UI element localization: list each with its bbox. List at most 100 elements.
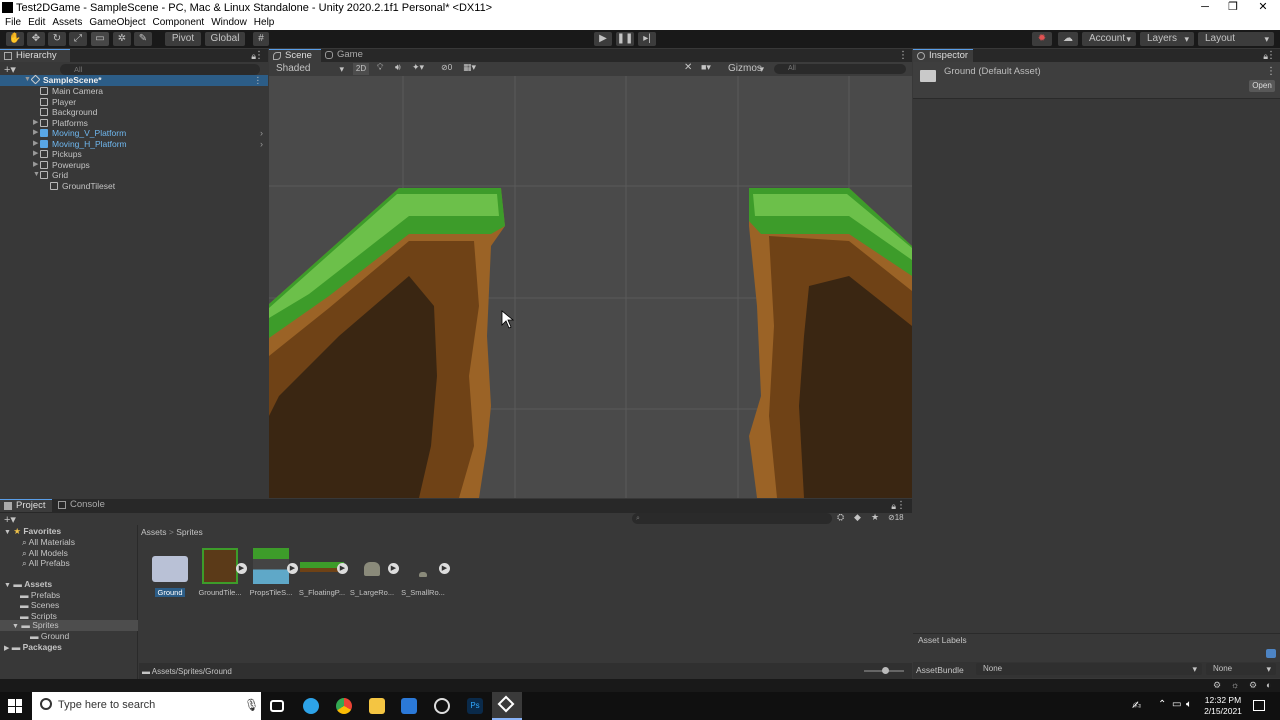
task-view-icon[interactable] [270, 700, 284, 712]
chevron-up-icon[interactable]: ⌃ [1158, 699, 1166, 710]
variant-dropdown[interactable]: None [1206, 663, 1276, 675]
play-button[interactable]: ▶ [594, 32, 612, 46]
layout-dropdown[interactable]: Layout [1198, 32, 1274, 46]
hierarchy-item[interactable]: GroundTileset [0, 181, 268, 192]
scene-row[interactable]: ▼ SampleScene* ⋮ [0, 74, 268, 86]
grid-snap-icon[interactable]: # [253, 32, 269, 46]
hierarchy-item[interactable]: Main Camera [0, 86, 268, 97]
move-tool-icon[interactable]: ✥ [27, 32, 45, 46]
audio-icon[interactable]: 🔊︎ [395, 62, 401, 73]
menu-component[interactable]: Component [148, 17, 205, 29]
filter-label-icon[interactable]: ◆ [854, 512, 861, 523]
asset-folder-ground[interactable]: Ground [145, 548, 195, 599]
rect-tool-icon[interactable]: ▭ [91, 32, 109, 46]
gizmos-dropdown[interactable]: Gizmos [721, 62, 769, 76]
hierarchy-item[interactable]: ▶ Moving_V_Platform › [0, 128, 268, 139]
unity-hub-icon[interactable] [434, 698, 450, 714]
expand-arrow-icon[interactable]: ▶ [4, 645, 9, 652]
grid-toggle-icon[interactable]: ▦▾ [463, 62, 476, 73]
collab-icon[interactable]: ✹ [1032, 32, 1052, 46]
pen-icon[interactable]: ✍ [1132, 699, 1141, 712]
global-toggle[interactable]: Global [205, 32, 245, 46]
hierarchy-search-input[interactable]: All [60, 64, 260, 75]
auto-generate-icon[interactable]: ◐ [1266, 680, 1271, 690]
expand-arrow-icon[interactable]: ▶ [33, 139, 38, 149]
breadcrumb-assets[interactable]: Assets [141, 527, 167, 537]
collapse-arrow-icon[interactable]: ▼ [4, 582, 11, 589]
assetbundle-dropdown[interactable]: None [976, 663, 1202, 675]
prefab-open-icon[interactable]: › [260, 128, 263, 138]
filter-type-icon[interactable]: ⛭ [837, 512, 844, 523]
unity-taskbar-item[interactable] [492, 692, 522, 720]
menu-help[interactable]: Help [249, 17, 275, 29]
kebab-menu-icon[interactable]: ⋮ [254, 49, 264, 62]
edge-icon[interactable] [303, 698, 319, 714]
pause-button[interactable]: ❚❚ [616, 32, 634, 46]
tab-scene[interactable]: Scene [269, 49, 321, 62]
hierarchy-item[interactable]: Background [0, 107, 268, 118]
expand-arrow-icon[interactable]: ▶ [33, 118, 38, 128]
vscode-icon[interactable] [401, 698, 417, 714]
menu-assets[interactable]: Assets [47, 17, 82, 29]
scene-search-input[interactable]: All [774, 64, 906, 74]
hierarchy-item[interactable]: ▶ Platforms [0, 118, 268, 129]
hand-tool-icon[interactable]: ✋ [6, 32, 24, 46]
restore-icon[interactable]: ❐ [1218, 0, 1248, 16]
folder-item[interactable]: ▬ Prefabs [20, 590, 60, 600]
scene-menu-icon[interactable]: ⋮ [254, 75, 263, 85]
rotate-tool-icon[interactable]: ↻ [48, 32, 66, 46]
tools-icon[interactable]: ✕ [684, 62, 692, 73]
favorite-item[interactable]: ⌕ All Materials [22, 537, 75, 547]
tab-inspector[interactable]: Inspector [913, 49, 973, 62]
microphone-icon[interactable]: 🎙︎ [244, 698, 259, 712]
debug-icon[interactable]: ☼ [1231, 680, 1239, 690]
taskbar-search-input[interactable]: Type here to search 🎙︎ [32, 692, 261, 720]
menu-window[interactable]: Window [206, 17, 247, 29]
network-icon[interactable]: ▭ [1172, 699, 1181, 710]
favorite-star-icon[interactable]: ★ [871, 512, 879, 523]
effects-icon[interactable]: ✦▾ [412, 62, 424, 73]
notification-icon[interactable] [1253, 700, 1265, 711]
volume-icon[interactable]: 🔈︎ [1186, 699, 1192, 710]
folder-item[interactable]: ▬ Scripts [20, 611, 57, 621]
account-dropdown[interactable]: Account [1082, 32, 1136, 46]
settings-icon[interactable]: ⚙ [1249, 680, 1257, 691]
lighting-icon[interactable]: 💡︎ [377, 62, 383, 73]
tab-console[interactable]: Console [54, 499, 106, 512]
pivot-toggle[interactable]: Pivot [165, 32, 201, 46]
folder-item[interactable]: ▬ Scenes [20, 600, 59, 610]
kebab-menu-icon[interactable]: ⋮ [896, 499, 906, 512]
step-button[interactable]: ▸| [638, 32, 656, 46]
cloud-icon[interactable]: ☁ [1058, 32, 1078, 46]
kebab-menu-icon[interactable]: ⋮ [898, 49, 908, 62]
layers-dropdown[interactable]: Layers [1140, 32, 1194, 46]
expand-arrow-icon[interactable]: ▼ [24, 75, 31, 85]
tab-game[interactable]: Game [321, 49, 367, 62]
hierarchy-item[interactable]: Player [0, 97, 268, 108]
open-button[interactable]: Open [1249, 80, 1275, 92]
tab-project[interactable]: Project [0, 499, 52, 512]
minimize-icon[interactable]: ─ [1190, 0, 1220, 16]
windows-start-icon[interactable] [8, 699, 22, 713]
mode-2d-toggle[interactable]: 2D [353, 63, 369, 75]
collapse-arrow-icon[interactable]: ▼ [4, 529, 11, 536]
chrome-icon[interactable] [336, 698, 352, 714]
expand-arrow-icon[interactable]: ▶ [33, 128, 38, 138]
folder-item[interactable]: ▬ Ground [30, 631, 69, 641]
favorite-item[interactable]: ⌕ All Models [22, 548, 68, 558]
expand-sprite-icon[interactable]: ▶ [439, 563, 450, 574]
expand-arrow-icon[interactable]: ▶ [33, 160, 38, 170]
progress-icon[interactable]: ⚙ [1213, 680, 1221, 691]
scale-tool-icon[interactable]: ⤢ [69, 32, 87, 46]
favorite-item[interactable]: ⌕ All Prefabs [22, 558, 70, 568]
label-tag-icon[interactable] [1266, 649, 1276, 658]
menu-edit[interactable]: Edit [23, 17, 45, 29]
packages-row[interactable]: ▶ ▬ Packages [4, 642, 62, 654]
hidden-packages-icon[interactable]: ⊘18 [888, 513, 904, 522]
hierarchy-item[interactable]: ▼ Grid [0, 170, 268, 181]
tab-hierarchy[interactable]: Hierarchy [0, 49, 70, 62]
photoshop-icon[interactable]: Ps [467, 698, 483, 714]
collapse-arrow-icon[interactable]: ▼ [12, 623, 19, 630]
hierarchy-item[interactable]: ▶ Pickups [0, 149, 268, 160]
breadcrumb-sprites[interactable]: Sprites [176, 527, 202, 537]
